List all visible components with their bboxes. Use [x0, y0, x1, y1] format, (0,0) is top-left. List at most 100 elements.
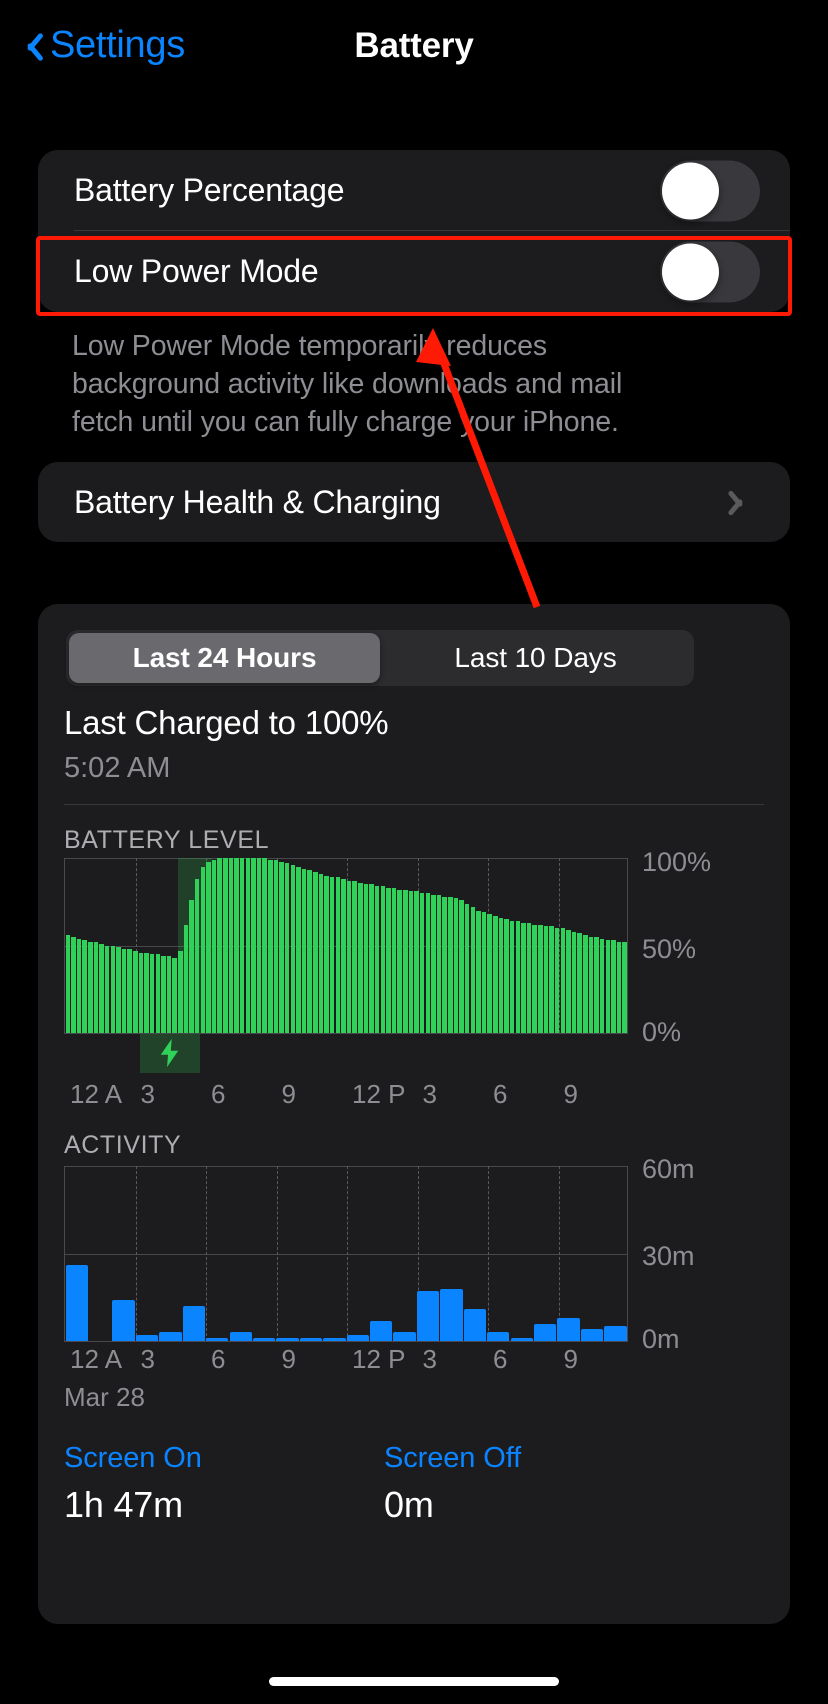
bar	[228, 858, 234, 1033]
bar	[448, 896, 453, 1033]
charging-period-indicator	[140, 1033, 200, 1073]
last-charged-title: Last Charged to 100%	[64, 704, 389, 741]
bar	[571, 931, 577, 1033]
chevron-right-icon	[734, 487, 752, 517]
bar	[352, 880, 357, 1033]
bar	[419, 893, 425, 1033]
x-tick-label: 6	[211, 1344, 226, 1374]
bar	[138, 952, 144, 1033]
bar	[172, 957, 177, 1033]
bar	[144, 952, 149, 1033]
bar	[251, 858, 256, 1033]
bar	[380, 886, 386, 1033]
bar	[284, 863, 290, 1033]
tab-last-24-hours[interactable]: Last 24 Hours	[69, 633, 380, 683]
bar	[543, 926, 549, 1033]
bar	[93, 942, 99, 1033]
bar	[580, 1329, 604, 1341]
x-tick-label: 9	[563, 1344, 578, 1374]
bar	[341, 879, 346, 1033]
bar	[239, 858, 245, 1033]
bar	[335, 877, 341, 1033]
battery-health-card[interactable]: Battery Health & Charging	[38, 462, 790, 542]
bar	[470, 907, 476, 1033]
toggle-knob	[662, 162, 719, 219]
bar	[594, 936, 599, 1033]
bar	[605, 940, 611, 1033]
last-charged-time: 5:02 AM	[64, 752, 171, 784]
bar	[509, 921, 515, 1033]
bar	[82, 940, 87, 1033]
bar	[391, 887, 397, 1033]
divider	[64, 804, 764, 805]
bar	[464, 903, 470, 1033]
bar	[463, 1308, 487, 1341]
row-label-battery-percentage: Battery Percentage	[74, 172, 345, 208]
navigation-bar: Settings Battery	[0, 0, 828, 100]
bar	[290, 865, 296, 1033]
bar	[234, 858, 239, 1033]
bar	[493, 915, 498, 1033]
bar	[403, 889, 408, 1033]
bar	[166, 956, 172, 1033]
battery-settings-screen: Settings Battery Battery Percentage Low …	[0, 0, 828, 1704]
toggle-low-power-mode[interactable]	[660, 241, 760, 302]
bar	[206, 861, 211, 1033]
row-low-power-mode[interactable]: Low Power Mode	[38, 231, 790, 312]
x-tick-label: 3	[422, 1079, 437, 1109]
bar	[611, 940, 616, 1033]
battery-level-ytick-50: 50%	[642, 934, 697, 964]
bar	[329, 877, 335, 1033]
bar	[532, 924, 537, 1033]
bar	[397, 889, 402, 1033]
bar	[498, 917, 504, 1033]
x-tick-label: 6	[211, 1079, 226, 1109]
bar	[121, 949, 127, 1033]
activity-ytick-0m: 0m	[642, 1324, 680, 1354]
bar	[526, 922, 532, 1033]
activity-ytick-60m: 60m	[642, 1154, 695, 1184]
bar	[71, 936, 76, 1033]
x-tick-label: 9	[281, 1079, 296, 1109]
bar	[313, 872, 318, 1033]
bar	[476, 910, 481, 1033]
bar	[554, 928, 560, 1033]
row-label-battery-health: Battery Health & Charging	[74, 483, 441, 520]
bar	[386, 887, 391, 1033]
x-tick-label: 3	[140, 1344, 155, 1374]
usage-range-segmented-control[interactable]: Last 24 Hours Last 10 Days	[66, 630, 694, 686]
axis-baseline	[64, 1341, 628, 1342]
activity-chart[interactable]	[64, 1166, 628, 1342]
bar	[133, 950, 138, 1033]
bar	[229, 1332, 252, 1341]
row-battery-percentage[interactable]: Battery Percentage	[38, 150, 790, 231]
bar	[370, 1320, 393, 1341]
bar	[487, 914, 492, 1033]
bar	[149, 954, 155, 1033]
row-battery-health[interactable]: Battery Health & Charging	[38, 462, 790, 542]
bar	[65, 935, 71, 1033]
battery-level-chart[interactable]	[64, 858, 628, 1034]
bar	[324, 875, 329, 1033]
bar	[273, 859, 279, 1033]
bar	[393, 1332, 416, 1341]
bar	[104, 945, 110, 1033]
bar	[217, 858, 222, 1033]
bar	[318, 873, 324, 1033]
tab-last-10-days[interactable]: Last 10 Days	[380, 633, 691, 683]
x-tick-label: 12 A	[70, 1344, 123, 1374]
bar	[223, 858, 228, 1033]
bar	[127, 949, 132, 1033]
toggle-battery-percentage[interactable]	[660, 160, 760, 221]
x-tick-label: 9	[281, 1344, 296, 1374]
x-tick-label: 3	[140, 1079, 155, 1109]
bar	[112, 1300, 135, 1341]
bar	[183, 924, 189, 1033]
toggle-knob	[662, 243, 719, 300]
bar	[358, 882, 363, 1033]
bar	[515, 921, 521, 1033]
bar	[538, 924, 543, 1033]
bar	[194, 879, 200, 1033]
bar	[442, 896, 447, 1033]
bar	[369, 884, 374, 1033]
